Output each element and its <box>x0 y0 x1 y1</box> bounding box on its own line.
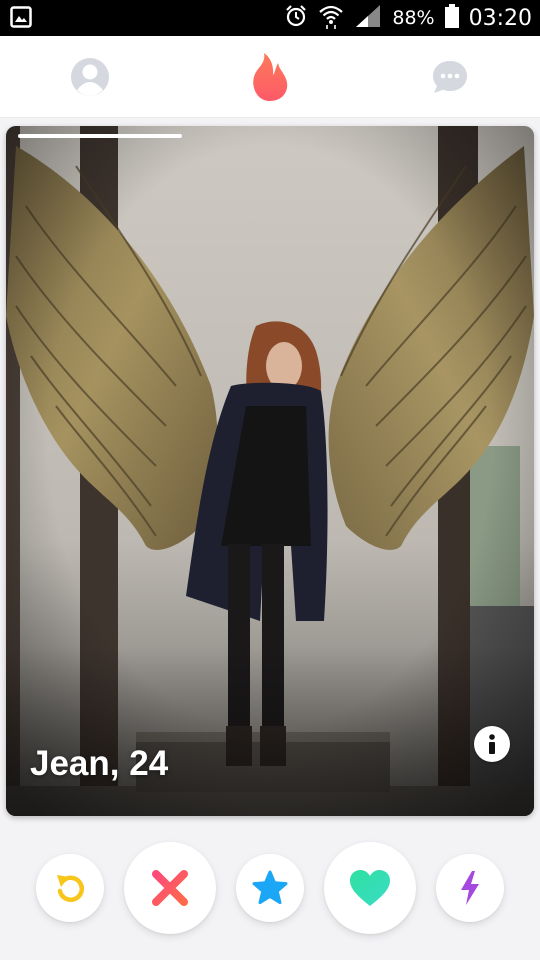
wifi-icon <box>318 3 344 34</box>
battery-icon <box>444 3 459 33</box>
lightning-icon <box>461 871 479 905</box>
image-notification-icon <box>10 6 32 33</box>
alarm-icon <box>284 4 308 33</box>
star-icon <box>252 870 288 905</box>
clock-time: 03:20 <box>468 5 532 31</box>
profile-photo <box>6 126 534 816</box>
info-icon <box>489 734 495 754</box>
chat-icon <box>433 61 467 93</box>
heart-icon <box>350 870 390 906</box>
like-button[interactable] <box>324 842 416 934</box>
profile-tab[interactable] <box>60 36 120 118</box>
status-bar: 88% 03:20 <box>0 0 540 36</box>
close-icon <box>152 870 188 906</box>
info-button[interactable] <box>474 726 510 762</box>
rewind-icon <box>57 875 85 902</box>
signal-icon <box>354 3 382 34</box>
flame-icon <box>253 53 288 101</box>
discover-tab[interactable] <box>240 36 300 118</box>
profile-name-age: Jean, 24 <box>30 744 169 783</box>
super-like-button[interactable] <box>236 854 304 922</box>
top-navigation <box>0 36 540 118</box>
messages-tab[interactable] <box>420 36 480 118</box>
profile-icon <box>71 58 109 96</box>
photo-progress-bar <box>18 134 182 138</box>
profile-card[interactable]: Jean, 24 <box>6 126 534 816</box>
rewind-button[interactable] <box>36 854 104 922</box>
battery-percent: 88% <box>392 7 435 29</box>
nope-button[interactable] <box>124 842 216 934</box>
boost-button[interactable] <box>436 854 504 922</box>
